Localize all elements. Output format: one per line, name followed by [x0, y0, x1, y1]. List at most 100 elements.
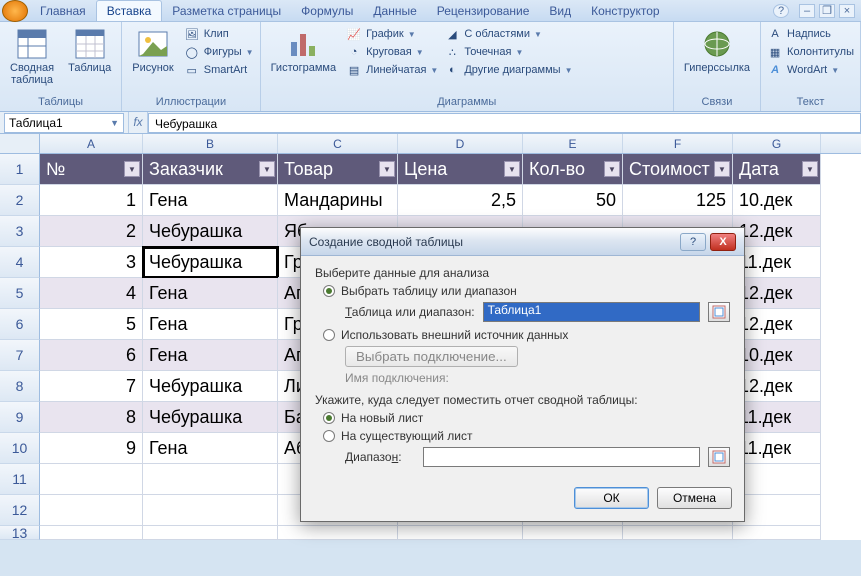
- tab-insert[interactable]: Вставка: [96, 0, 163, 21]
- cell[interactable]: Чебурашка: [143, 371, 278, 402]
- th-cell[interactable]: Стоимост▼: [623, 154, 733, 185]
- fx-button[interactable]: fx: [128, 112, 148, 133]
- cell[interactable]: 12.дек: [733, 371, 821, 402]
- cell[interactable]: Чебурашка: [143, 402, 278, 433]
- select-all-corner[interactable]: [0, 134, 40, 153]
- cell[interactable]: Мандарины: [278, 185, 398, 216]
- col-header[interactable]: E: [523, 134, 623, 153]
- row-header[interactable]: 9: [0, 402, 40, 433]
- office-button[interactable]: [2, 0, 28, 22]
- filter-icon[interactable]: ▼: [504, 161, 520, 177]
- name-box[interactable]: Таблица1▼: [4, 113, 124, 133]
- cell[interactable]: Гена: [143, 185, 278, 216]
- cell[interactable]: 50: [523, 185, 623, 216]
- col-header[interactable]: G: [733, 134, 821, 153]
- name-box-dropdown-icon[interactable]: ▼: [110, 118, 119, 128]
- tab-page-layout[interactable]: Разметка страницы: [162, 1, 291, 21]
- cell[interactable]: 10.дек: [733, 340, 821, 371]
- cell[interactable]: 12.дек: [733, 278, 821, 309]
- close-button[interactable]: ×: [839, 4, 855, 18]
- th-cell[interactable]: Заказчик▼: [143, 154, 278, 185]
- th-cell[interactable]: Дата▼: [733, 154, 821, 185]
- col-header[interactable]: D: [398, 134, 523, 153]
- cell[interactable]: Чебурашка: [143, 216, 278, 247]
- radio-existing-sheet[interactable]: На существующий лист: [323, 429, 730, 443]
- tab-formulas[interactable]: Формулы: [291, 1, 363, 21]
- minimize-button[interactable]: –: [799, 4, 815, 18]
- dialog-help-button[interactable]: ?: [680, 233, 706, 251]
- pie-chart-button[interactable]: ◔Круговая ▼: [346, 44, 438, 60]
- radio-select-range[interactable]: Выбрать таблицу или диапазон: [323, 284, 730, 298]
- tab-review[interactable]: Рецензирование: [427, 1, 540, 21]
- cell[interactable]: 8: [40, 402, 143, 433]
- tab-view[interactable]: Вид: [539, 1, 581, 21]
- cell[interactable]: 2: [40, 216, 143, 247]
- radio-new-sheet[interactable]: На новый лист: [323, 411, 730, 425]
- shapes-button[interactable]: ◯Фигуры ▼: [184, 44, 254, 60]
- other-charts-button[interactable]: ◐Другие диаграммы ▼: [444, 62, 572, 78]
- histogram-button[interactable]: Гистограмма: [267, 26, 341, 76]
- scatter-chart-button[interactable]: ∴Точечная ▼: [444, 44, 572, 60]
- cell[interactable]: Чебурашка: [143, 247, 278, 278]
- cell[interactable]: 6: [40, 340, 143, 371]
- wordart-button[interactable]: AWordArt ▼: [767, 62, 854, 78]
- hyperlink-button[interactable]: Гиперссылка: [680, 26, 754, 76]
- pivot-table-button[interactable]: Сводная таблица: [6, 26, 58, 88]
- tab-data[interactable]: Данные: [363, 1, 426, 21]
- line-chart-button[interactable]: 📈График ▼: [346, 26, 438, 42]
- row-header[interactable]: 13: [0, 526, 40, 540]
- row-header[interactable]: 5: [0, 278, 40, 309]
- picture-button[interactable]: Рисунок: [128, 26, 178, 76]
- row-header[interactable]: 11: [0, 464, 40, 495]
- row-header[interactable]: 3: [0, 216, 40, 247]
- th-cell[interactable]: №▼: [40, 154, 143, 185]
- row-header[interactable]: 12: [0, 495, 40, 526]
- col-header[interactable]: B: [143, 134, 278, 153]
- row-header[interactable]: 7: [0, 340, 40, 371]
- cell[interactable]: 9: [40, 433, 143, 464]
- cell[interactable]: 10.дек: [733, 185, 821, 216]
- table-button[interactable]: Таблица: [64, 26, 115, 76]
- col-header[interactable]: C: [278, 134, 398, 153]
- cell[interactable]: 7: [40, 371, 143, 402]
- tab-design[interactable]: Конструктор: [581, 1, 669, 21]
- ok-button[interactable]: ОК: [574, 487, 649, 509]
- row-header[interactable]: 4: [0, 247, 40, 278]
- filter-icon[interactable]: ▼: [259, 161, 275, 177]
- textbox-button[interactable]: AНадпись: [767, 26, 854, 42]
- location-picker-button[interactable]: [708, 447, 730, 467]
- th-cell[interactable]: Кол-во▼: [523, 154, 623, 185]
- col-header[interactable]: A: [40, 134, 143, 153]
- location-input[interactable]: [423, 447, 700, 467]
- filter-icon[interactable]: ▼: [604, 161, 620, 177]
- cell[interactable]: 12.дек: [733, 309, 821, 340]
- row-header[interactable]: 8: [0, 371, 40, 402]
- row-header[interactable]: 1: [0, 154, 40, 185]
- cell[interactable]: Гена: [143, 433, 278, 464]
- cancel-button[interactable]: Отмена: [657, 487, 732, 509]
- dialog-close-button[interactable]: X: [710, 233, 736, 251]
- restore-button[interactable]: ❐: [819, 4, 835, 18]
- bar-chart-button[interactable]: ▤Линейчатая ▼: [346, 62, 438, 78]
- clip-button[interactable]: 🖼Клип: [184, 26, 254, 42]
- cell[interactable]: Гена: [143, 309, 278, 340]
- area-chart-button[interactable]: ◢С областями ▼: [444, 26, 572, 42]
- th-cell[interactable]: Товар▼: [278, 154, 398, 185]
- headerfooter-button[interactable]: ▦Колонтитулы: [767, 44, 854, 60]
- row-header[interactable]: 6: [0, 309, 40, 340]
- tab-home[interactable]: Главная: [30, 1, 96, 21]
- cell[interactable]: 1: [40, 185, 143, 216]
- filter-icon[interactable]: ▼: [124, 161, 140, 177]
- cell[interactable]: 11.дек: [733, 433, 821, 464]
- help-icon[interactable]: ?: [773, 4, 789, 18]
- cell[interactable]: 11.дек: [733, 402, 821, 433]
- cell[interactable]: 3: [40, 247, 143, 278]
- cell[interactable]: 12.дек: [733, 216, 821, 247]
- range-input[interactable]: Таблица1: [483, 302, 700, 322]
- formula-input[interactable]: Чебурашка: [148, 113, 861, 133]
- row-header[interactable]: 10: [0, 433, 40, 464]
- cell[interactable]: 5: [40, 309, 143, 340]
- filter-icon[interactable]: ▼: [714, 161, 730, 177]
- cell[interactable]: 2,5: [398, 185, 523, 216]
- col-header[interactable]: F: [623, 134, 733, 153]
